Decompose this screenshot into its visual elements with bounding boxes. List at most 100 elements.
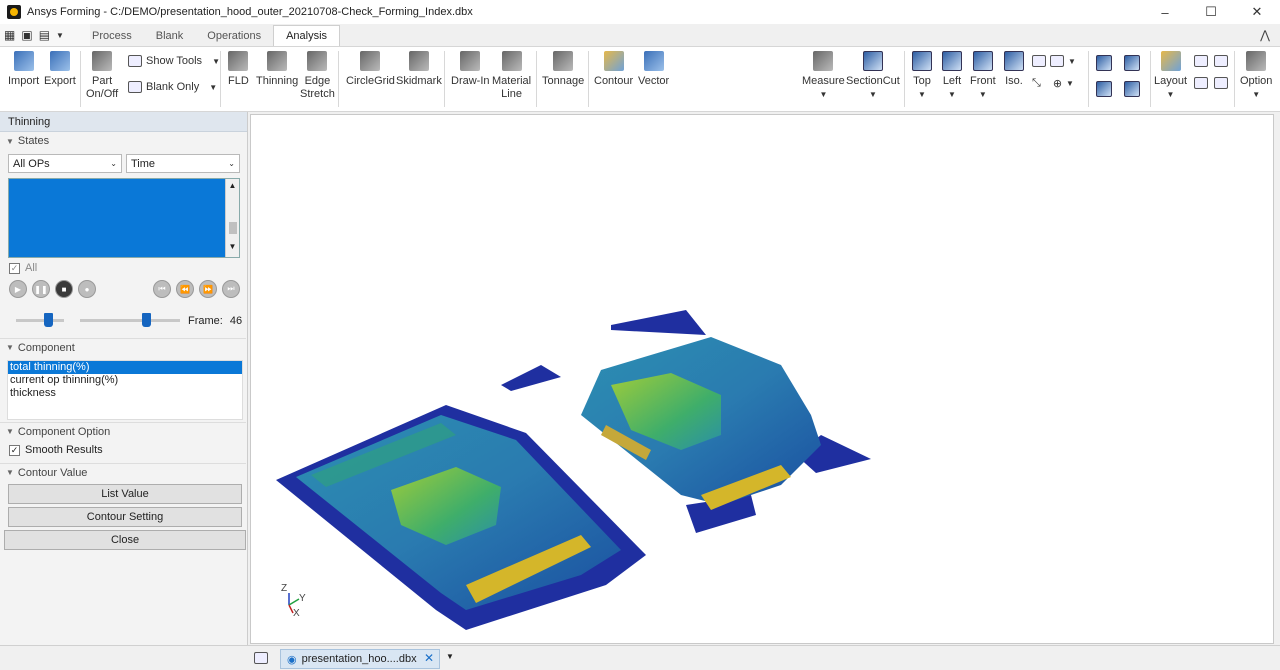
contour-button[interactable]: Contour (594, 51, 633, 88)
help-icon[interactable]: ⋀ (1260, 28, 1270, 42)
first-frame-button[interactable]: ⏮ (153, 280, 171, 298)
ops-select[interactable]: All OPs ⌄ (8, 154, 122, 173)
frame-slider-thumb[interactable] (142, 313, 151, 327)
ribbon-divider (220, 51, 221, 107)
view-front-cube-icon (972, 51, 993, 71)
list-item[interactable] (15, 216, 75, 227)
show-tools-dropdown[interactable]: Show Tools ▼ (128, 55, 220, 67)
component-list[interactable]: total thinning(%) current op thinning(%)… (7, 360, 243, 420)
contour-icon (603, 51, 624, 71)
print-icon[interactable]: ▤ (39, 28, 50, 42)
speed-slider-thumb[interactable] (44, 313, 53, 327)
panel-title: Thinning (0, 112, 247, 132)
tab-blank[interactable]: Blank (144, 26, 196, 46)
axis-y-label: Y (299, 593, 306, 604)
list-item[interactable]: total thinning(%) (8, 361, 242, 374)
tab-process[interactable]: Process (80, 26, 144, 46)
stop-button[interactable]: ■ (55, 280, 73, 298)
thinning-button[interactable]: Thinning (256, 51, 298, 88)
grid-icon[interactable]: ▦ (4, 28, 15, 42)
all-checkbox[interactable]: ✓ All (9, 262, 37, 274)
list-value-button[interactable]: List Value (8, 484, 242, 504)
smooth-results-checkbox[interactable]: ✓ Smooth Results (9, 444, 103, 456)
view-iso-button[interactable]: Iso. (1004, 51, 1024, 88)
speed-slider-track[interactable] (16, 319, 64, 322)
minimize-button[interactable]: – (1142, 0, 1188, 24)
view-top-button[interactable]: Top ▼ (912, 51, 932, 101)
pause-button[interactable]: ❚❚ (32, 280, 50, 298)
dropdown-icon[interactable]: ▼ (56, 31, 64, 40)
document-list-icon[interactable] (254, 652, 268, 664)
ribbon-divider (80, 51, 81, 107)
layout-button[interactable]: Layout ▼ (1154, 51, 1187, 101)
render-shaded-cube-icon[interactable] (1096, 81, 1112, 97)
option-button[interactable]: Option ▼ (1240, 51, 1272, 101)
import-button[interactable]: Import (8, 51, 39, 88)
ribbon-divider (588, 51, 589, 107)
part-toggle-icon (92, 51, 113, 71)
circlegrid-button[interactable]: CircleGrid (346, 51, 395, 88)
3d-viewport[interactable]: Z Y X (250, 114, 1274, 644)
collapse-triangle-icon: ▼ (6, 343, 14, 352)
document-tab[interactable]: ◉ presentation_hoo....dbx (280, 649, 440, 669)
list-item[interactable] (15, 204, 75, 215)
ansys-file-icon: ◉ (287, 653, 297, 666)
close-panel-button[interactable]: Close (4, 530, 246, 550)
next-frame-button[interactable]: ⏩ (199, 280, 217, 298)
skidmark-button[interactable]: Skidmark (396, 51, 442, 88)
list-item[interactable]: current op thinning(%) (8, 374, 242, 387)
draw-in-button[interactable]: Draw-In (451, 51, 490, 88)
states-section-header[interactable]: ▼ States (0, 132, 247, 150)
tab-operations[interactable]: Operations (195, 26, 273, 46)
sectioncut-button[interactable]: SectionCut ▼ (846, 51, 900, 101)
vector-button[interactable]: Vector (638, 51, 669, 88)
measure-button[interactable]: Measure ▼ (802, 51, 845, 101)
part-onoff-button[interactable]: Part On/Off (86, 51, 118, 101)
list-item[interactable] (15, 228, 75, 239)
frame-readout: Frame: 46 (188, 315, 243, 327)
states-scrollbar[interactable]: ▲ ▼ (225, 179, 239, 257)
ribbon-divider (444, 51, 445, 107)
tonnage-button[interactable]: Tonnage (542, 51, 584, 88)
layout-single-icon[interactable] (1194, 55, 1208, 67)
states-list[interactable]: ▲ ▼ (8, 178, 240, 258)
play-button[interactable]: ▶ (9, 280, 27, 298)
maximize-button[interactable]: ☐ (1188, 0, 1234, 24)
list-item[interactable] (15, 180, 75, 191)
edge-stretch-button[interactable]: Edge Stretch (300, 51, 335, 101)
list-item[interactable] (15, 192, 75, 203)
close-tab-icon[interactable]: ✕ (424, 651, 434, 665)
record-button[interactable]: ● (78, 280, 96, 298)
tools-icon (128, 55, 142, 67)
contour-value-section-header[interactable]: ▼ Contour Value (0, 463, 246, 481)
view-left-button[interactable]: Left ▼ (942, 51, 962, 101)
close-window-button[interactable]: ✕ (1234, 0, 1280, 24)
save-icon[interactable]: ▣ (21, 28, 32, 42)
fld-button[interactable]: FLD (228, 51, 249, 88)
zoom-fit-button[interactable]: ▼ (1032, 55, 1076, 67)
prev-frame-button[interactable]: ⏪ (176, 280, 194, 298)
component-option-section-header[interactable]: ▼ Component Option (0, 422, 246, 440)
layout-grid-icon[interactable] (1214, 77, 1228, 89)
layout-quad-icon[interactable] (1214, 55, 1228, 67)
zoom-dropdown[interactable]: ⤡ ⊕ ▼ (1032, 77, 1074, 90)
time-select[interactable]: Time ⌄ (126, 154, 240, 173)
blank-only-dropdown[interactable]: Blank Only ▼ (128, 81, 217, 93)
view-front-button[interactable]: Front ▼ (970, 51, 996, 101)
layout-split-icon[interactable] (1194, 77, 1208, 89)
render-shaded-mesh-cube-icon[interactable] (1124, 81, 1140, 97)
render-wire-cube-icon[interactable] (1096, 55, 1112, 71)
last-frame-button[interactable]: ⏭ (222, 280, 240, 298)
contour-setting-button[interactable]: Contour Setting (8, 507, 242, 527)
frame-slider-track[interactable] (80, 319, 180, 322)
tab-analysis[interactable]: Analysis (273, 25, 341, 46)
collapse-triangle-icon: ▼ (6, 468, 14, 477)
material-line-button[interactable]: Material Line (492, 51, 531, 101)
list-item[interactable]: thickness (8, 387, 242, 400)
window-title: Ansys Forming - C:/DEMO/presentation_hoo… (27, 6, 473, 18)
tab-dropdown-icon[interactable]: ▼ (446, 652, 454, 661)
render-mesh-cube-icon[interactable] (1124, 55, 1140, 71)
list-item[interactable] (15, 240, 75, 251)
component-section-header[interactable]: ▼ Component (0, 338, 246, 356)
export-button[interactable]: Export (44, 51, 76, 88)
